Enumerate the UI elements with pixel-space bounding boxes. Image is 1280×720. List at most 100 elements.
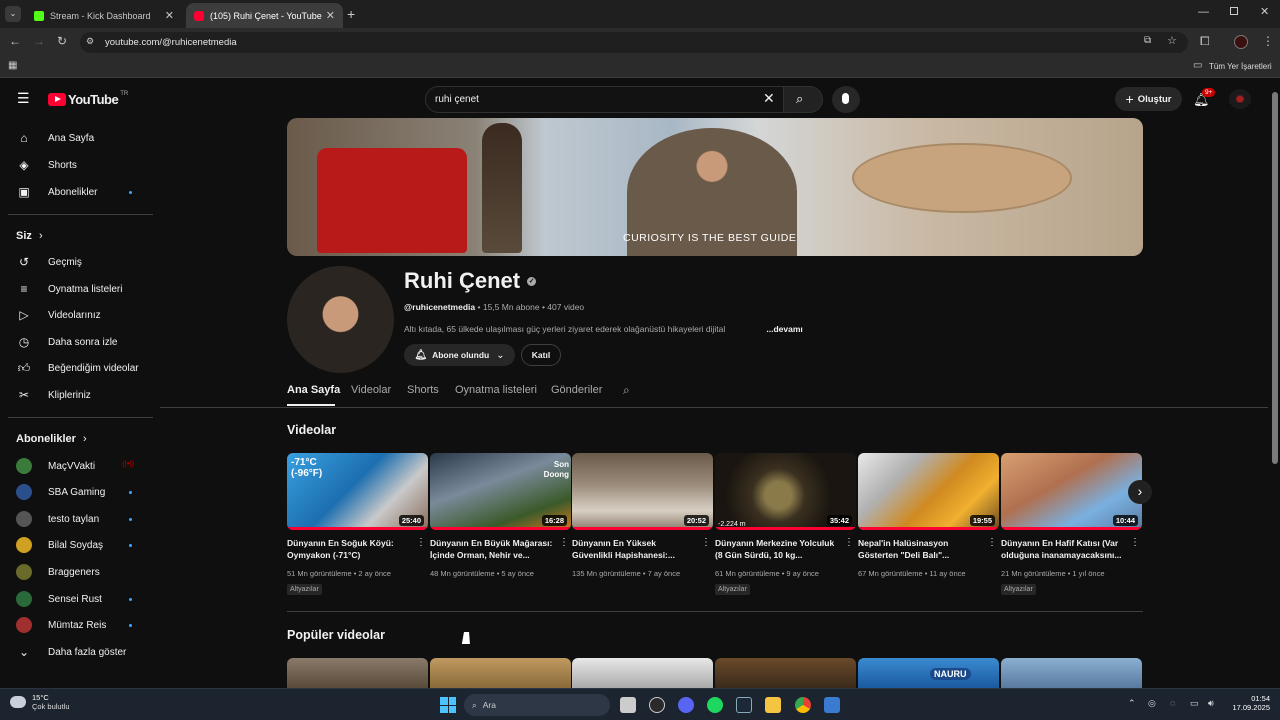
subscription-item[interactable]: Mümtaz Reis <box>0 612 153 638</box>
video-thumbnail[interactable]: 10:44 <box>1001 453 1142 530</box>
youtube-logo[interactable]: YouTube TR <box>48 91 128 107</box>
app-icon[interactable] <box>824 697 840 713</box>
you-section-heading[interactable]: Siz › <box>16 230 43 242</box>
restore-icon[interactable] <box>1230 7 1238 15</box>
minimize-icon[interactable]: — <box>1198 6 1209 18</box>
back-icon[interactable]: ← <box>9 34 21 48</box>
profile-avatar[interactable] <box>1234 35 1248 49</box>
sidebar-item-home[interactable]: ⌂ Ana Sayfa <box>0 125 153 151</box>
video-thumbnail[interactable] <box>430 658 571 688</box>
channel-search-icon[interactable]: ⌕ <box>623 383 630 398</box>
close-window-icon[interactable]: ✕ <box>1260 5 1269 18</box>
chrome-icon[interactable] <box>795 697 811 713</box>
file-explorer-icon[interactable] <box>765 697 781 713</box>
subscription-item[interactable]: MaçVVakti ((•)) <box>0 453 153 479</box>
tab-search-button[interactable]: ⌄ <box>5 6 21 22</box>
video-thumbnail[interactable] <box>287 658 428 688</box>
network-icon[interactable]: ▭ <box>1190 698 1199 709</box>
video-title[interactable]: Dünyanın En Hafif Katısı (Var olduğuna in… <box>1001 537 1126 561</box>
search-input[interactable]: ruhi çenet ✕ <box>425 86 784 113</box>
join-button[interactable]: Katıl <box>521 344 561 366</box>
video-thumbnail[interactable] <box>572 658 713 688</box>
video-card[interactable]: Son Doong 16:28 Dünyanın En Büyük Mağara… <box>430 453 571 578</box>
popular-heading[interactable]: Popüler videolar <box>287 628 385 642</box>
taskbar-search[interactable]: ⌕ Ara <box>464 694 610 716</box>
show-hidden-icons[interactable]: ⌃ <box>1128 698 1136 709</box>
tab-playlists[interactable]: Oynatma listeleri <box>455 384 537 396</box>
steam-icon[interactable] <box>736 697 752 713</box>
video-menu-icon[interactable]: ⋮ <box>987 537 997 548</box>
new-tab-button[interactable]: + <box>347 6 355 22</box>
clear-search-icon[interactable]: ✕ <box>763 90 775 107</box>
notifications-button[interactable]: 🔔︎ 9+ <box>1193 88 1216 109</box>
sidebar-item-shorts[interactable]: ◈ Shorts <box>0 152 153 178</box>
channel-avatar-large[interactable] <box>287 266 394 373</box>
video-title[interactable]: Dünyanın Merkezine Yolculuk (8 Gün Sürdü,… <box>715 537 840 561</box>
account-avatar[interactable] <box>1229 89 1251 109</box>
voice-search-button[interactable] <box>832 86 860 113</box>
hamburger-menu-icon[interactable]: ☰ <box>17 90 30 107</box>
subscriptions-section-heading[interactable]: Abonelikler › <box>16 433 87 445</box>
scrollbar-thumb[interactable] <box>1272 92 1278 464</box>
tab-videos[interactable]: Videolar <box>351 384 391 396</box>
subscription-item[interactable]: testo taylan <box>0 506 153 532</box>
subscription-item[interactable]: Sensei Rust <box>0 586 153 612</box>
sidebar-item-liked[interactable]: 👍︎ Beğendiğim videolar <box>0 355 153 381</box>
video-title[interactable]: Dünyanın En Büyük Mağarası: İçinde Orman,… <box>430 537 555 561</box>
clock[interactable]: 01:54 17.09.2025 <box>1228 694 1270 712</box>
site-info-icon[interactable]: ⚙ <box>86 36 94 47</box>
video-thumbnail[interactable]: -2.224 m 35:42 <box>715 453 856 530</box>
page-scrollbar[interactable] <box>1271 80 1279 688</box>
start-button[interactable] <box>440 697 456 713</box>
sidebar-item-watch-later[interactable]: ◷ Daha sonra izle <box>0 329 153 355</box>
video-thumbnail[interactable]: 20:52 <box>572 453 713 530</box>
reload-icon[interactable]: ↻ <box>57 34 67 48</box>
video-menu-icon[interactable]: ⋮ <box>559 537 569 548</box>
sidebar-item-your-videos[interactable]: ▷ Videolarınız <box>0 302 153 328</box>
close-icon[interactable]: ✕ <box>165 9 174 22</box>
video-title[interactable]: Dünyanın En Soğuk Köyü: Oymyakon (-71°C) <box>287 537 412 561</box>
video-thumbnail[interactable]: NAURU <box>858 658 999 688</box>
subscribed-button[interactable]: 🔔︎ Abone olundu ⌄ <box>404 344 515 366</box>
video-menu-icon[interactable]: ⋮ <box>844 537 854 548</box>
microphone-tray-icon[interactable]: ◌ <box>1170 698 1175 708</box>
video-menu-icon[interactable]: ⋮ <box>701 537 711 548</box>
tab-youtube[interactable]: (105) Ruhi Çenet - YouTube ✕ <box>186 3 343 28</box>
task-view-icon[interactable] <box>620 697 636 713</box>
videos-heading[interactable]: Videolar <box>287 423 336 437</box>
more-link[interactable]: ...devamı <box>766 324 802 334</box>
obs-icon[interactable] <box>649 697 665 713</box>
apps-grid-icon[interactable]: ▦ <box>8 60 17 71</box>
create-button[interactable]: + Oluştur <box>1115 87 1182 111</box>
tab-shorts[interactable]: Shorts <box>407 384 439 396</box>
subscription-item[interactable]: Bilal Soydaş <box>0 532 153 558</box>
subscription-item[interactable]: Braggeners <box>0 559 153 585</box>
video-card[interactable]: 10:44 Dünyanın En Hafif Katısı (Var olduğ… <box>1001 453 1142 596</box>
extensions-icon[interactable]: ⧠ <box>1200 34 1210 49</box>
volume-icon[interactable]: 🔊︎ <box>1208 698 1214 709</box>
tab-kick-dashboard[interactable]: Stream - Kick Dashboard ✕ <box>26 3 182 28</box>
bookmark-star-icon[interactable]: ☆ <box>1167 34 1177 47</box>
video-card[interactable]: -2.224 m 35:42 Dünyanın Merkezine Yolcul… <box>715 453 856 596</box>
video-card[interactable]: 19:55 Nepal'in Halüsinasyon Gösterten "De… <box>858 453 999 578</box>
sidebar-item-history[interactable]: ↺ Geçmiş <box>0 249 153 275</box>
video-title[interactable]: Nepal'in Halüsinasyon Gösterten "Deli Bal… <box>858 537 983 561</box>
video-thumbnail[interactable]: 19:55 <box>858 453 999 530</box>
sidebar-item-subscriptions[interactable]: ▣ Abonelikler <box>0 179 153 205</box>
discord-icon[interactable] <box>678 697 694 713</box>
all-bookmarks-link[interactable]: Tüm Yer İşaretleri <box>1209 62 1272 71</box>
show-more-button[interactable]: ⌄ Daha fazla göster <box>0 639 153 665</box>
channel-description[interactable]: Altı kıtada, 65 ülkede ulaşılması güç ye… <box>404 324 804 334</box>
menu-kebab-icon[interactable]: ⋮ <box>1262 34 1274 48</box>
video-thumbnail[interactable]: -71°C (-96°F) 25:40 <box>287 453 428 530</box>
search-button[interactable]: ⌕ <box>783 86 823 113</box>
shelf-next-button[interactable]: › <box>1128 480 1152 504</box>
video-title[interactable]: Dünyanın En Yüksek Güvenlikli Hapishanesi… <box>572 537 697 561</box>
video-card[interactable]: -71°C (-96°F) 25:40 Dünyanın En Soğuk Kö… <box>287 453 428 596</box>
install-icon[interactable]: ⧉ <box>1144 35 1151 46</box>
forward-icon[interactable]: → <box>33 34 45 48</box>
video-card[interactable]: 20:52 Dünyanın En Yüksek Güvenlikli Hapis… <box>572 453 713 578</box>
close-icon[interactable]: ✕ <box>326 9 335 22</box>
video-menu-icon[interactable]: ⋮ <box>416 537 426 548</box>
tab-home[interactable]: Ana Sayfa <box>287 384 340 396</box>
